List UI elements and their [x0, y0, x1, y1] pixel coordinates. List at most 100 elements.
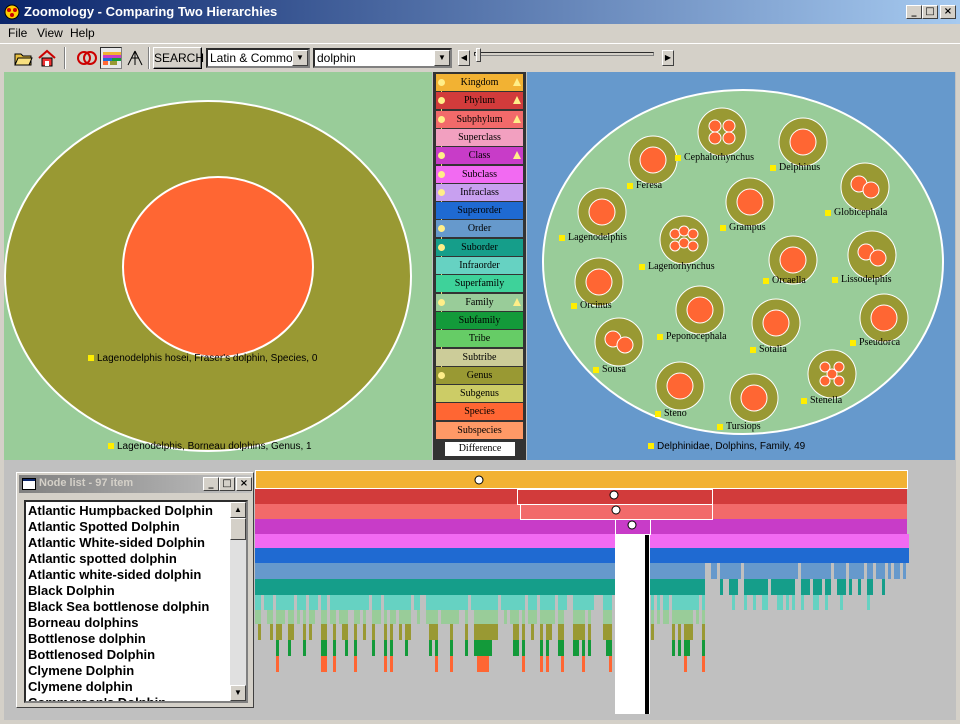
- treemap-cell[interactable]: [291, 548, 294, 563]
- treemap-cell[interactable]: [678, 534, 681, 548]
- treemap-cell[interactable]: [531, 595, 534, 610]
- treemap-cell[interactable]: [522, 656, 525, 672]
- treemap-cell[interactable]: [609, 656, 612, 672]
- treemap-cell[interactable]: [882, 534, 885, 548]
- treemap-cell[interactable]: [537, 548, 540, 563]
- treemap-cell[interactable]: [306, 579, 309, 595]
- treemap-cell[interactable]: [747, 579, 750, 595]
- treemap-cell[interactable]: [309, 610, 312, 624]
- treemap-cell[interactable]: [369, 579, 372, 595]
- species-circle[interactable]: [639, 146, 667, 174]
- treemap-cell[interactable]: [534, 548, 537, 563]
- treemap-cell[interactable]: [780, 563, 783, 579]
- treemap-cell[interactable]: [558, 624, 561, 640]
- treemap-cell[interactable]: [759, 534, 762, 548]
- treemap-cell[interactable]: [813, 548, 816, 563]
- species-circle[interactable]: [779, 246, 807, 274]
- treemap-cell[interactable]: [783, 534, 786, 548]
- treemap-cell[interactable]: [744, 563, 747, 579]
- treemap-cell[interactable]: [663, 548, 666, 563]
- treemap-cell[interactable]: [282, 595, 285, 610]
- treemap-cell[interactable]: [432, 534, 435, 548]
- treemap-cell[interactable]: [579, 534, 582, 548]
- treemap-cell[interactable]: [312, 595, 315, 610]
- treemap-cell[interactable]: [480, 579, 483, 595]
- treemap-cell[interactable]: [507, 563, 510, 579]
- treemap-cell[interactable]: [672, 534, 675, 548]
- treemap-cell[interactable]: [732, 595, 735, 610]
- treemap-cell[interactable]: [552, 610, 555, 624]
- species-circle[interactable]: [588, 198, 616, 226]
- treemap-cell[interactable]: [399, 534, 402, 548]
- treemap-cell[interactable]: [672, 624, 675, 640]
- treemap-cell[interactable]: [651, 534, 654, 548]
- treemap-cell[interactable]: [528, 548, 531, 563]
- treemap-cell[interactable]: [771, 563, 774, 579]
- treemap-cell[interactable]: [669, 548, 672, 563]
- treemap-cell[interactable]: [720, 579, 723, 595]
- treemap-cell[interactable]: [426, 563, 429, 579]
- legend-row-suborder[interactable]: Suborder: [436, 238, 523, 256]
- treemap-cell[interactable]: [537, 563, 540, 579]
- treemap-cell[interactable]: [489, 640, 492, 656]
- treemap-cell[interactable]: [714, 548, 717, 563]
- treemap-cell[interactable]: [687, 579, 690, 595]
- treemap-cell[interactable]: [303, 534, 306, 548]
- treemap-cell[interactable]: [807, 579, 810, 595]
- treemap-cell[interactable]: [663, 579, 666, 595]
- treemap-cell[interactable]: [420, 579, 423, 595]
- treemap-cell[interactable]: [276, 563, 279, 579]
- treemap-cell[interactable]: [399, 610, 402, 624]
- treemap-cell[interactable]: [378, 534, 381, 548]
- treemap-cell[interactable]: [357, 548, 360, 563]
- treemap-cell[interactable]: [354, 595, 357, 610]
- treemap-cell[interactable]: [258, 563, 261, 579]
- treemap-cell[interactable]: [390, 610, 393, 624]
- treemap-cell[interactable]: [795, 534, 798, 548]
- treemap-cell[interactable]: [747, 534, 750, 548]
- treemap-cell[interactable]: [285, 534, 288, 548]
- treemap-cell[interactable]: [510, 595, 513, 610]
- treemap-cell[interactable]: [390, 595, 393, 610]
- treemap-cell[interactable]: [270, 595, 273, 610]
- treemap-cell[interactable]: [702, 656, 705, 672]
- treemap-cell[interactable]: [606, 579, 609, 595]
- treemap-cell[interactable]: [846, 534, 849, 548]
- zoom-slider-track[interactable]: [474, 52, 654, 56]
- treemap-cell[interactable]: [396, 548, 399, 563]
- list-item[interactable]: Bottlenosed Dolphin: [28, 647, 155, 662]
- treemap-cell[interactable]: [549, 595, 552, 610]
- treemap-cell[interactable]: [678, 624, 681, 640]
- treemap-cell[interactable]: [603, 610, 606, 624]
- treemap-cell[interactable]: [528, 610, 531, 624]
- treemap-cell[interactable]: [342, 548, 345, 563]
- treemap-cell[interactable]: [297, 579, 300, 595]
- treemap-cell[interactable]: [606, 563, 609, 579]
- treemap-cell[interactable]: [390, 579, 393, 595]
- treemap-cell[interactable]: [801, 548, 804, 563]
- treemap-cell[interactable]: [300, 548, 303, 563]
- menu-view[interactable]: View: [37, 26, 63, 40]
- treemap-cell[interactable]: [363, 579, 366, 595]
- treemap-cell[interactable]: [255, 548, 258, 563]
- treemap-cell[interactable]: [387, 579, 390, 595]
- treemap-cell[interactable]: [663, 563, 666, 579]
- treemap-cell[interactable]: [288, 579, 291, 595]
- treemap-cell[interactable]: [486, 563, 489, 579]
- treemap-cell[interactable]: [513, 595, 516, 610]
- treemap-cell[interactable]: [393, 563, 396, 579]
- treemap-cell[interactable]: [459, 595, 462, 610]
- treemap-cell[interactable]: [339, 579, 342, 595]
- treemap-cell[interactable]: [558, 595, 561, 610]
- treemap-cell[interactable]: [822, 548, 825, 563]
- treemap-cell[interactable]: [381, 548, 384, 563]
- treemap-cell[interactable]: [291, 563, 294, 579]
- treemap-cell[interactable]: [540, 534, 543, 548]
- treemap-cell[interactable]: [867, 563, 870, 579]
- treemap-cell[interactable]: [540, 640, 543, 656]
- treemap-cell[interactable]: [702, 563, 705, 579]
- open-folder-button[interactable]: [12, 47, 34, 69]
- treemap-cell[interactable]: [684, 624, 687, 640]
- treemap-cell[interactable]: [720, 563, 723, 579]
- treemap-cell[interactable]: [606, 534, 609, 548]
